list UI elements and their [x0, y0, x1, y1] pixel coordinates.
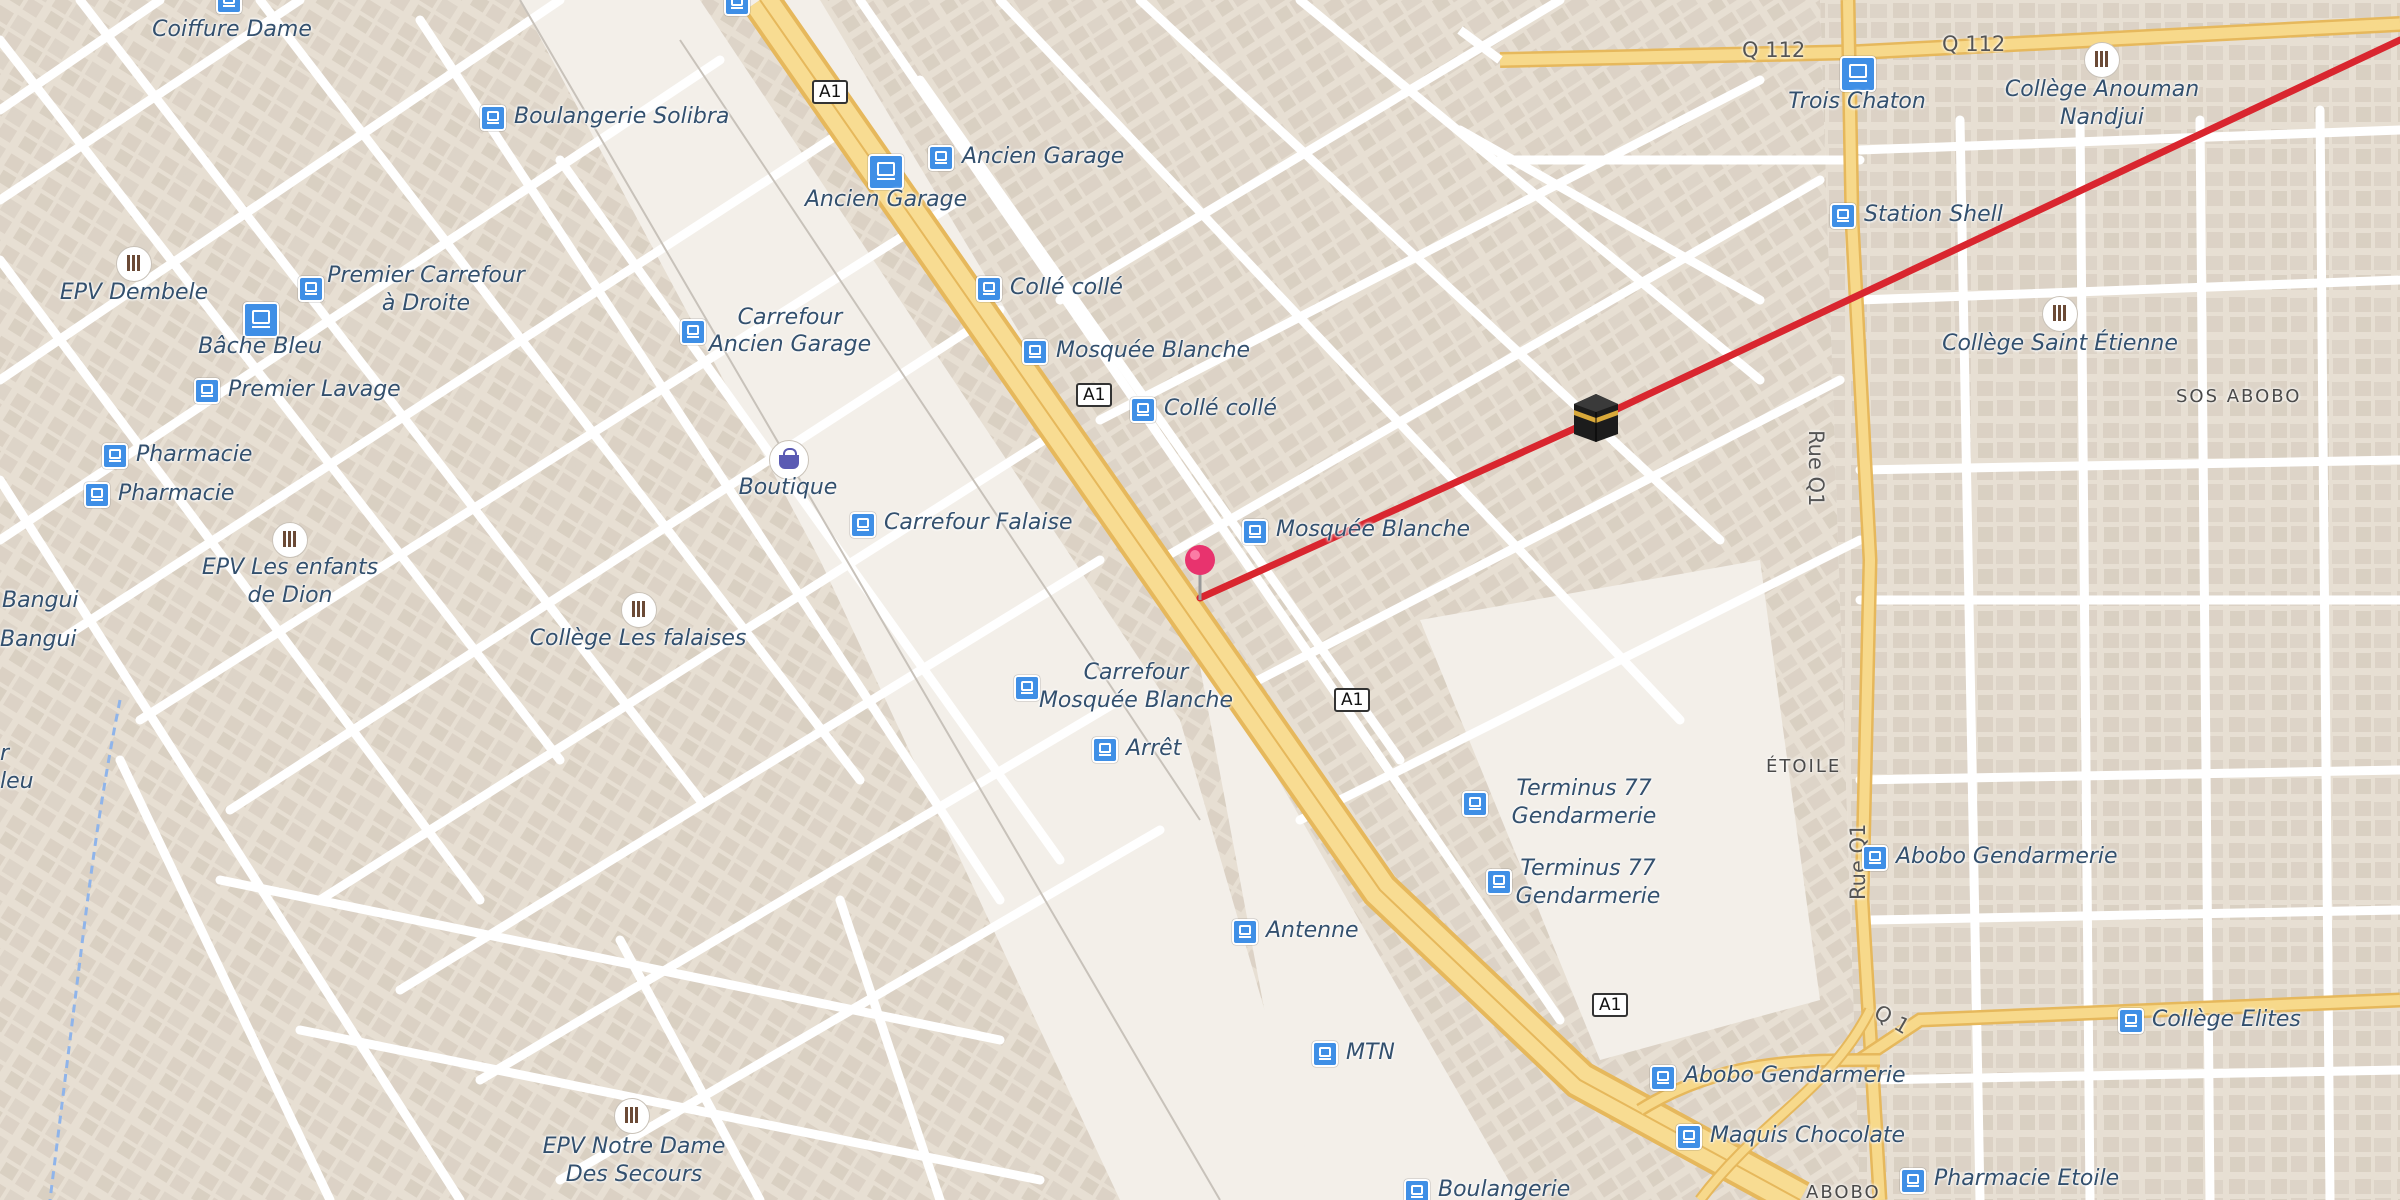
poi-label[interactable]: Coiffure Dame [152, 16, 312, 44]
a1-route-shield: A1 [1592, 993, 1629, 1017]
poi-label[interactable]: Mosquée Blanche [1056, 337, 1250, 365]
poi-label[interactable]: Collège Saint Étienne [1942, 330, 2178, 358]
road-label-q112: Q 112 [1742, 38, 1806, 62]
district-label: SOS ABOBO [2176, 386, 2302, 407]
poi-label[interactable]: Carrefour [1084, 659, 1189, 687]
bus-stop-icon[interactable] [102, 443, 128, 469]
poi-label[interactable]: Bangui [0, 626, 77, 654]
poi-label[interactable]: Carrefour Falaise [884, 509, 1073, 537]
bus-stop-icon[interactable] [194, 378, 220, 404]
poi-label[interactable]: Gendarmerie [1512, 803, 1657, 831]
road-label-q112: Q 112 [1942, 32, 2006, 56]
poi-label[interactable]: Premier Lavage [228, 376, 401, 404]
poi-label[interactable]: Abobo Gendarmerie [1896, 843, 2118, 871]
bus-stop-icon[interactable] [1232, 919, 1258, 945]
poi-label[interactable]: Boulangerie Solibra [514, 103, 729, 131]
bus-stop-icon[interactable] [1830, 203, 1856, 229]
bus-stop-icon[interactable] [1650, 1065, 1676, 1091]
poi-label[interactable]: Nandjui [2060, 104, 2144, 132]
bus-station-icon[interactable] [868, 154, 904, 190]
poi-label[interactable]: Collé collé [1164, 395, 1277, 423]
bus-stop-icon[interactable] [216, 0, 242, 14]
a1-route-shield: A1 [1334, 688, 1371, 712]
poi-label[interactable]: Mosquée Blanche [1276, 516, 1470, 544]
bus-stop-icon[interactable] [724, 0, 750, 16]
bus-stop-icon[interactable] [1462, 791, 1488, 817]
bus-stop-icon[interactable] [1900, 1168, 1926, 1194]
bus-stop-icon[interactable] [1404, 1179, 1430, 1200]
dropped-pin-icon[interactable] [1180, 544, 1220, 604]
poi-label[interactable]: Antenne [1266, 917, 1359, 945]
poi-label[interactable]: Premier Carrefour [327, 262, 525, 290]
poi-label[interactable]: Boutique [739, 474, 838, 502]
bus-station-icon[interactable] [1840, 56, 1876, 92]
district-label: ABOBO [1806, 1182, 1881, 1200]
poi-label[interactable]: MTN [1346, 1039, 1395, 1067]
poi-label[interactable]: EPV Les enfants [202, 554, 378, 582]
poi-label[interactable]: de Dion [248, 582, 333, 610]
bus-stop-icon[interactable] [1486, 869, 1512, 895]
bus-stop-icon[interactable] [1092, 737, 1118, 763]
a1-route-shield: A1 [812, 80, 849, 104]
bus-stop-icon[interactable] [1242, 519, 1268, 545]
bus-stop-icon[interactable] [1014, 675, 1040, 701]
poi-label[interactable]: Boulangerie [1438, 1176, 1570, 1200]
poi-label[interactable]: Arrêt [1126, 735, 1181, 763]
kaaba-icon[interactable] [1570, 390, 1622, 444]
poi-label[interactable]: Collège Les falaises [530, 625, 747, 653]
poi-label[interactable]: Gendarmerie [1516, 883, 1661, 911]
bus-stop-icon[interactable] [1676, 1124, 1702, 1150]
road-label-rue-q1: Rue Q1 [1804, 430, 1828, 507]
district-label: ÉTOILE [1766, 756, 1842, 777]
school-icon[interactable] [621, 592, 657, 628]
school-icon[interactable] [2042, 296, 2078, 332]
poi-label[interactable]: Abobo Gendarmerie [1684, 1062, 1906, 1090]
school-icon[interactable] [116, 246, 152, 282]
bus-stop-icon[interactable] [2118, 1008, 2144, 1034]
poi-label[interactable]: Mosquée Blanche [1039, 687, 1233, 715]
poi-label[interactable]: Ancien Garage [709, 331, 871, 359]
poi-label: leu [0, 769, 34, 794]
poi-label[interactable]: Terminus 77 [1520, 855, 1655, 883]
school-icon[interactable] [614, 1098, 650, 1134]
poi-label[interactable]: Pharmacie [118, 480, 234, 508]
poi-label[interactable]: Bâche Bleu [198, 333, 322, 361]
poi-label[interactable]: Collège Anouman [2005, 76, 2199, 104]
poi-label[interactable]: Maquis Chocolate [1710, 1122, 1905, 1150]
poi-label[interactable]: EPV Dembele [60, 279, 208, 307]
poi-label[interactable]: EPV Notre Dame [543, 1133, 726, 1161]
poi-label[interactable]: Collé collé [1010, 274, 1123, 302]
poi-label[interactable]: Pharmacie Etoile [1934, 1165, 2119, 1193]
bus-stop-icon[interactable] [680, 319, 706, 345]
bus-stop-icon[interactable] [1862, 845, 1888, 871]
bus-stop-icon[interactable] [298, 276, 324, 302]
bus-stop-icon[interactable] [480, 105, 506, 131]
a1-route-shield: A1 [1076, 383, 1113, 407]
poi-label[interactable]: Collège Elites [2152, 1006, 2301, 1034]
poi-label: r [0, 741, 10, 766]
poi-label[interactable]: Pharmacie [136, 441, 252, 469]
poi-label[interactable]: Des Secours [566, 1161, 702, 1189]
bus-stop-icon[interactable] [928, 145, 954, 171]
poi-label[interactable]: Ancien Garage [805, 186, 967, 214]
poi-label[interactable]: Bangui [2, 587, 79, 615]
map-view[interactable]: A1 A1 A1 A1 Q 112 Q 112 Rue Q1 Rue Q1 Q … [0, 0, 2400, 1200]
poi-label[interactable]: à Droite [382, 290, 470, 318]
bus-stop-icon[interactable] [850, 512, 876, 538]
bus-stop-icon[interactable] [1312, 1041, 1338, 1067]
poi-label[interactable]: Carrefour [738, 304, 843, 332]
poi-label[interactable]: Ancien Garage [962, 143, 1124, 171]
bus-stop-icon[interactable] [1022, 339, 1048, 365]
bus-stop-icon[interactable] [84, 482, 110, 508]
bus-stop-icon[interactable] [976, 276, 1002, 302]
poi-label[interactable]: Trois Chaton [1788, 88, 1926, 116]
poi-label[interactable]: Terminus 77 [1516, 775, 1651, 803]
school-icon[interactable] [2084, 42, 2120, 78]
bus-stop-icon[interactable] [1130, 397, 1156, 423]
school-icon[interactable] [272, 522, 308, 558]
poi-label[interactable]: Station Shell [1864, 201, 2003, 229]
